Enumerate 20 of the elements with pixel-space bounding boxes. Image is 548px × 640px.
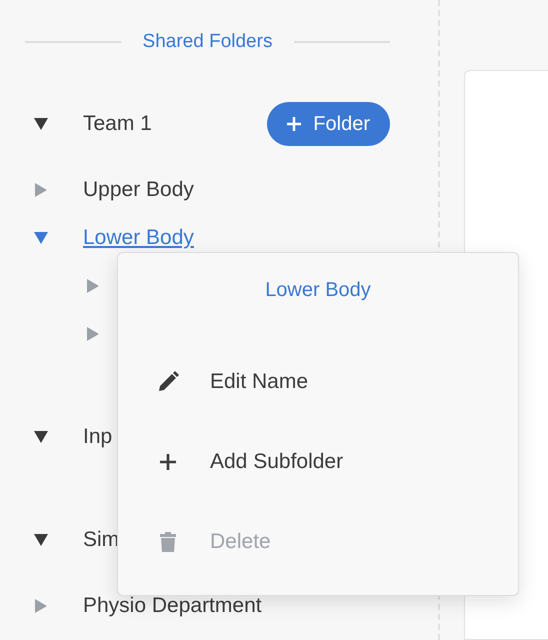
add-folder-button[interactable]: Folder: [267, 102, 390, 146]
menu-title: Lower Body: [264, 279, 372, 302]
pencil-icon: [156, 370, 180, 394]
collapse-arrow-icon[interactable]: [33, 532, 49, 548]
collapse-arrow-icon[interactable]: [33, 429, 49, 445]
expand-arrow-icon[interactable]: [85, 278, 101, 294]
expand-arrow-icon[interactable]: [33, 598, 49, 614]
plus-icon: [285, 115, 304, 133]
menu-item[interactable]: Add Subfolder: [118, 422, 518, 502]
expand-arrow-icon[interactable]: [85, 326, 101, 342]
folder-name[interactable]: Lower Body: [83, 226, 194, 250]
folder-name[interactable]: Team 1: [83, 112, 152, 136]
collapse-arrow-icon[interactable]: [33, 116, 49, 132]
menu-item[interactable]: Edit Name: [118, 342, 518, 422]
expand-arrow-icon[interactable]: [33, 182, 49, 198]
folder-name[interactable]: Inp: [83, 425, 112, 449]
section-title: Shared Folders: [142, 31, 272, 53]
folder-name[interactable]: Sim: [83, 528, 120, 552]
folder-name[interactable]: Upper Body: [83, 178, 194, 202]
folder-name[interactable]: Physio Department: [83, 594, 262, 618]
